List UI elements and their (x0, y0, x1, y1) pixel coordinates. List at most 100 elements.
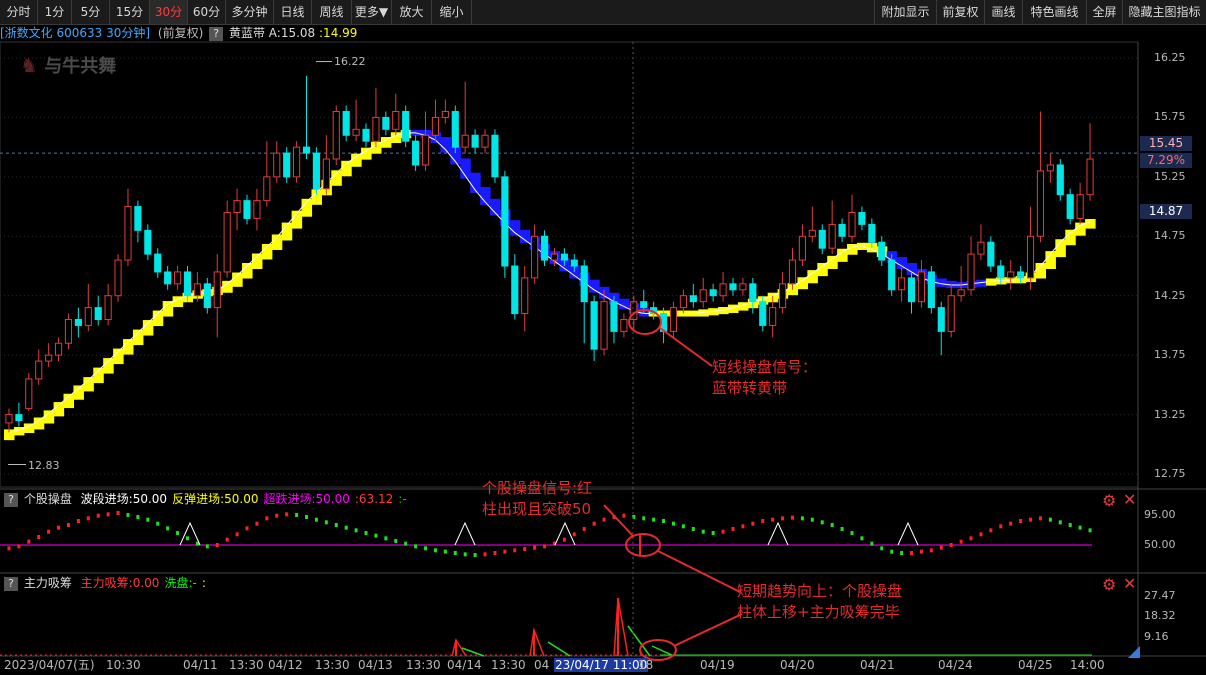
main-chart-title: [浙数文化 600633 30分钟] (前复权) ? 黄蓝带 A:15.08 :… (0, 25, 357, 41)
osc-bar (1078, 525, 1082, 530)
candle-body (402, 110, 410, 142)
panel2-close-icon[interactable]: ✕ (1123, 492, 1136, 508)
panel2-help-button[interactable]: ? (4, 492, 18, 507)
candle-body (84, 307, 92, 326)
osc-bar (979, 532, 983, 537)
help-button[interactable]: ? (209, 26, 224, 41)
osc-bar (890, 549, 894, 554)
osc-bar (691, 527, 695, 531)
accum-spike (613, 597, 629, 657)
osc-bar (86, 516, 90, 521)
candle-body (531, 235, 539, 279)
toolbar-btn-7[interactable]: 日线 (274, 0, 312, 24)
candle-body (45, 354, 53, 362)
toolbar-btn-2[interactable]: 5分 (72, 0, 110, 24)
toolbar-btn-6[interactable]: 多分钟 (226, 0, 274, 24)
price-axis-label: 14.25 (1154, 288, 1186, 302)
osc-bar (949, 543, 953, 547)
osc-bar (671, 521, 675, 526)
toolbar-btn-5[interactable]: 60分 (188, 0, 226, 24)
candle-body (64, 318, 73, 344)
osc-bar (235, 532, 239, 537)
current-price-badge: 15.45 (1140, 136, 1192, 151)
chart-canvas[interactable] (0, 0, 1206, 675)
candle-body (868, 223, 876, 243)
candle-body (888, 259, 896, 291)
toolbar-right-btn-3[interactable]: 特色画线 (1022, 0, 1086, 24)
osc-bar (1068, 523, 1072, 527)
osc-bar (850, 531, 854, 535)
osc-bar (7, 546, 11, 551)
panel3-close-icon[interactable]: ✕ (1123, 576, 1136, 592)
osc-bar (662, 519, 666, 523)
toolbar-btn-3[interactable]: 15分 (110, 0, 150, 24)
candle-body (35, 360, 43, 380)
candle-body (1066, 194, 1074, 219)
time-axis-label: 13:30 (229, 658, 264, 672)
candle-body (977, 241, 985, 255)
panel3-help-button[interactable]: ? (4, 576, 18, 591)
candle-body (729, 283, 737, 291)
osc-bar (800, 516, 804, 521)
candle-body (580, 265, 588, 303)
price-axis-label: 13.75 (1154, 348, 1186, 362)
toolbar-btn-9[interactable]: 更多▼ (352, 0, 392, 24)
indicator-value-badge: 14.87 (1140, 204, 1192, 219)
toolbar-right-btn-0[interactable]: 附加显示 (874, 0, 936, 24)
time-axis-label: 13:30 (315, 658, 350, 672)
candle-body (213, 271, 221, 309)
toolbar-btn-0[interactable]: 分时 (0, 0, 38, 24)
candle-body (332, 110, 340, 160)
band-block (33, 417, 45, 430)
panel3-settings-gear-icon[interactable]: ⚙ (1102, 577, 1116, 593)
candle-body (372, 116, 380, 142)
osc-bar (711, 531, 715, 535)
osc-bar (513, 548, 517, 553)
toolbar-btn-10[interactable]: 放大 (392, 0, 432, 24)
osc-bar (483, 552, 487, 557)
candle-body (749, 283, 757, 303)
osc-bar (166, 526, 170, 531)
candle-body (511, 265, 519, 315)
candle-body (203, 283, 211, 309)
panel2-settings-gear-icon[interactable]: ⚙ (1102, 493, 1116, 509)
toolbar-right-btn-2[interactable]: 画线 (984, 0, 1022, 24)
panel3-axis-1: 27.47 (1144, 589, 1176, 602)
toolbar-right-btn-1[interactable]: 前复权 (936, 0, 984, 24)
candle-body (362, 128, 370, 142)
osc-bar (602, 517, 606, 522)
corner-resize-icon[interactable] (1128, 646, 1140, 658)
toolbar-right-btn-5[interactable]: 隐藏主图指标 (1122, 0, 1206, 24)
osc-bar (473, 553, 477, 557)
band-block (53, 402, 65, 417)
osc-bar (305, 515, 309, 519)
toolbar-right-btn-4[interactable]: 全屏 (1086, 0, 1122, 24)
osc-bar (870, 541, 874, 546)
osc-signal-triangle (897, 521, 919, 546)
annotation-arrow (659, 327, 713, 367)
candle-body (1056, 164, 1064, 196)
candle-body (917, 271, 926, 303)
annotation-trend-line2: 柱体上移+主力吸筹完毕 (737, 603, 900, 621)
osc-bar (453, 551, 457, 555)
osc-bar (543, 544, 547, 549)
annotation-trend-line1: 短期趋势向上：个股操盘 (737, 582, 903, 600)
osc-bar (66, 523, 70, 527)
osc-bar (503, 549, 507, 554)
osc-bar (57, 525, 61, 530)
osc-bar (156, 521, 160, 526)
osc-bar (701, 529, 705, 534)
indicator-a-value: A:15.08 (268, 26, 316, 40)
panel3-axis-2: 18.32 (1144, 609, 1176, 622)
candle-body (1026, 235, 1035, 279)
candle-body (471, 134, 479, 148)
osc-bar (27, 539, 31, 544)
time-axis-label: 04/13 (358, 658, 393, 672)
candle-body (243, 200, 251, 219)
toolbar-btn-8[interactable]: 周线 (312, 0, 352, 24)
toolbar-btn-4[interactable]: 30分 (150, 0, 188, 24)
toolbar-btn-1[interactable]: 1分 (38, 0, 72, 24)
osc-bar (761, 519, 765, 523)
osc-bar (334, 523, 338, 527)
toolbar-btn-11[interactable]: 缩小 (432, 0, 472, 24)
